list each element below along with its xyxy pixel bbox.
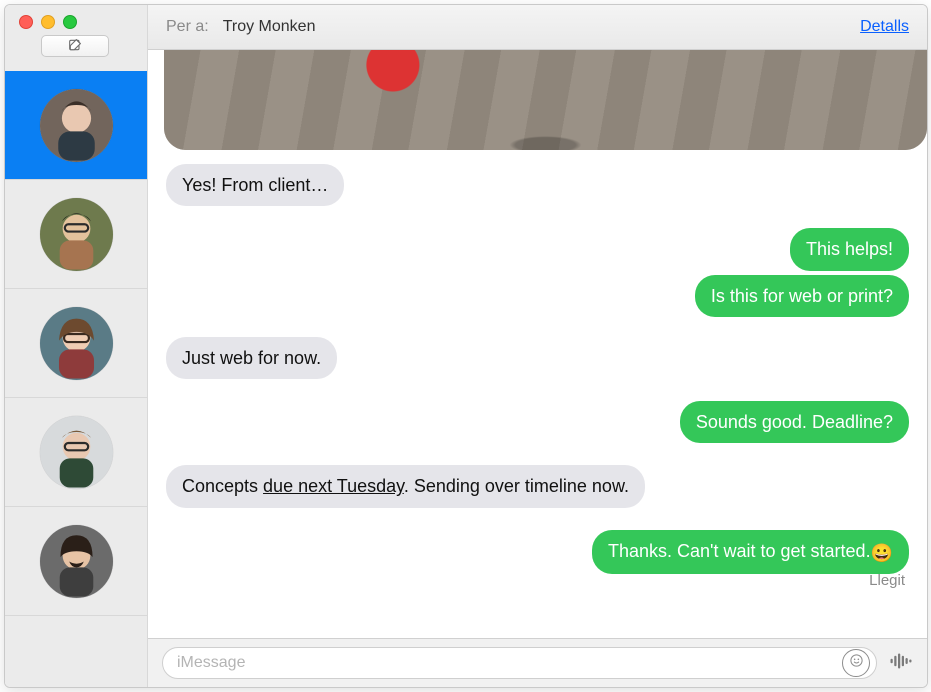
compose-button[interactable] xyxy=(41,35,109,57)
minimize-window-button[interactable] xyxy=(41,15,55,29)
waveform-icon xyxy=(889,649,913,678)
message-text: Thanks. Can't wait to get started. xyxy=(608,541,871,561)
message-text: Sounds good. Deadline? xyxy=(696,412,893,432)
message-outgoing[interactable]: Is this for web or print? xyxy=(695,275,909,317)
sidebar xyxy=(5,5,148,687)
message-incoming[interactable]: Just web for now. xyxy=(166,337,337,379)
conversation-list xyxy=(5,71,147,687)
messages-window: Per a: Troy Monken Detalls Yes! From cli… xyxy=(4,4,928,688)
main-pane: Per a: Troy Monken Detalls Yes! From cli… xyxy=(148,5,927,687)
smiley-icon xyxy=(849,653,864,673)
message-text: This helps! xyxy=(806,239,893,259)
message-incoming[interactable]: Concepts due next Tuesday. Sending over … xyxy=(166,465,645,507)
photo-icon xyxy=(164,50,927,150)
message-text: Is this for web or print? xyxy=(711,286,893,306)
avatar xyxy=(40,198,113,271)
avatar xyxy=(40,416,113,489)
to-label: Per a: xyxy=(166,18,209,36)
message-text: Just web for now. xyxy=(182,348,321,368)
conversation-item[interactable] xyxy=(5,289,147,398)
message-outgoing[interactable]: Sounds good. Deadline? xyxy=(680,401,909,443)
image-message[interactable] xyxy=(164,50,927,150)
message-row: Sounds good. Deadline? xyxy=(164,401,911,443)
message-thread[interactable]: Yes! From client… This helps! Is this fo… xyxy=(148,50,927,638)
recipient-name[interactable]: Troy Monken xyxy=(223,18,316,36)
message-row: Thanks. Can't wait to get started.😀 xyxy=(164,530,911,574)
date-link[interactable]: due next Tuesday xyxy=(263,476,404,496)
composer: iMessage xyxy=(148,638,927,687)
titlebar xyxy=(5,5,147,71)
conversation-item[interactable] xyxy=(5,180,147,289)
message-row: Is this for web or print? xyxy=(164,275,911,317)
conversation-item[interactable] xyxy=(5,71,147,180)
message-row: Yes! From client… xyxy=(164,164,911,206)
conversation-item[interactable] xyxy=(5,398,147,507)
avatar xyxy=(40,89,113,162)
voice-message-button[interactable] xyxy=(889,649,913,678)
conversation-header: Per a: Troy Monken Detalls xyxy=(148,5,927,50)
message-row: Just web for now. xyxy=(164,337,911,379)
message-outgoing[interactable]: This helps! xyxy=(790,228,909,270)
details-button[interactable]: Detalls xyxy=(860,18,909,36)
window-controls xyxy=(19,15,77,29)
message-placeholder: iMessage xyxy=(177,654,842,672)
emoji-picker-button[interactable] xyxy=(842,649,870,677)
close-window-button[interactable] xyxy=(19,15,33,29)
message-input[interactable]: iMessage xyxy=(162,647,877,679)
message-text: Yes! From client… xyxy=(182,175,328,195)
read-receipt: Llegit xyxy=(164,572,905,589)
message-row: Concepts due next Tuesday. Sending over … xyxy=(164,465,911,507)
message-row: This helps! xyxy=(164,228,911,270)
avatar xyxy=(40,307,113,380)
avatar xyxy=(40,525,113,598)
conversation-item[interactable] xyxy=(5,507,147,616)
zoom-window-button[interactable] xyxy=(63,15,77,29)
message-outgoing[interactable]: Thanks. Can't wait to get started.😀 xyxy=(592,530,909,574)
message-incoming[interactable]: Yes! From client… xyxy=(166,164,344,206)
compose-icon xyxy=(67,37,83,56)
emoji-grin-icon: 😀 xyxy=(871,543,893,563)
